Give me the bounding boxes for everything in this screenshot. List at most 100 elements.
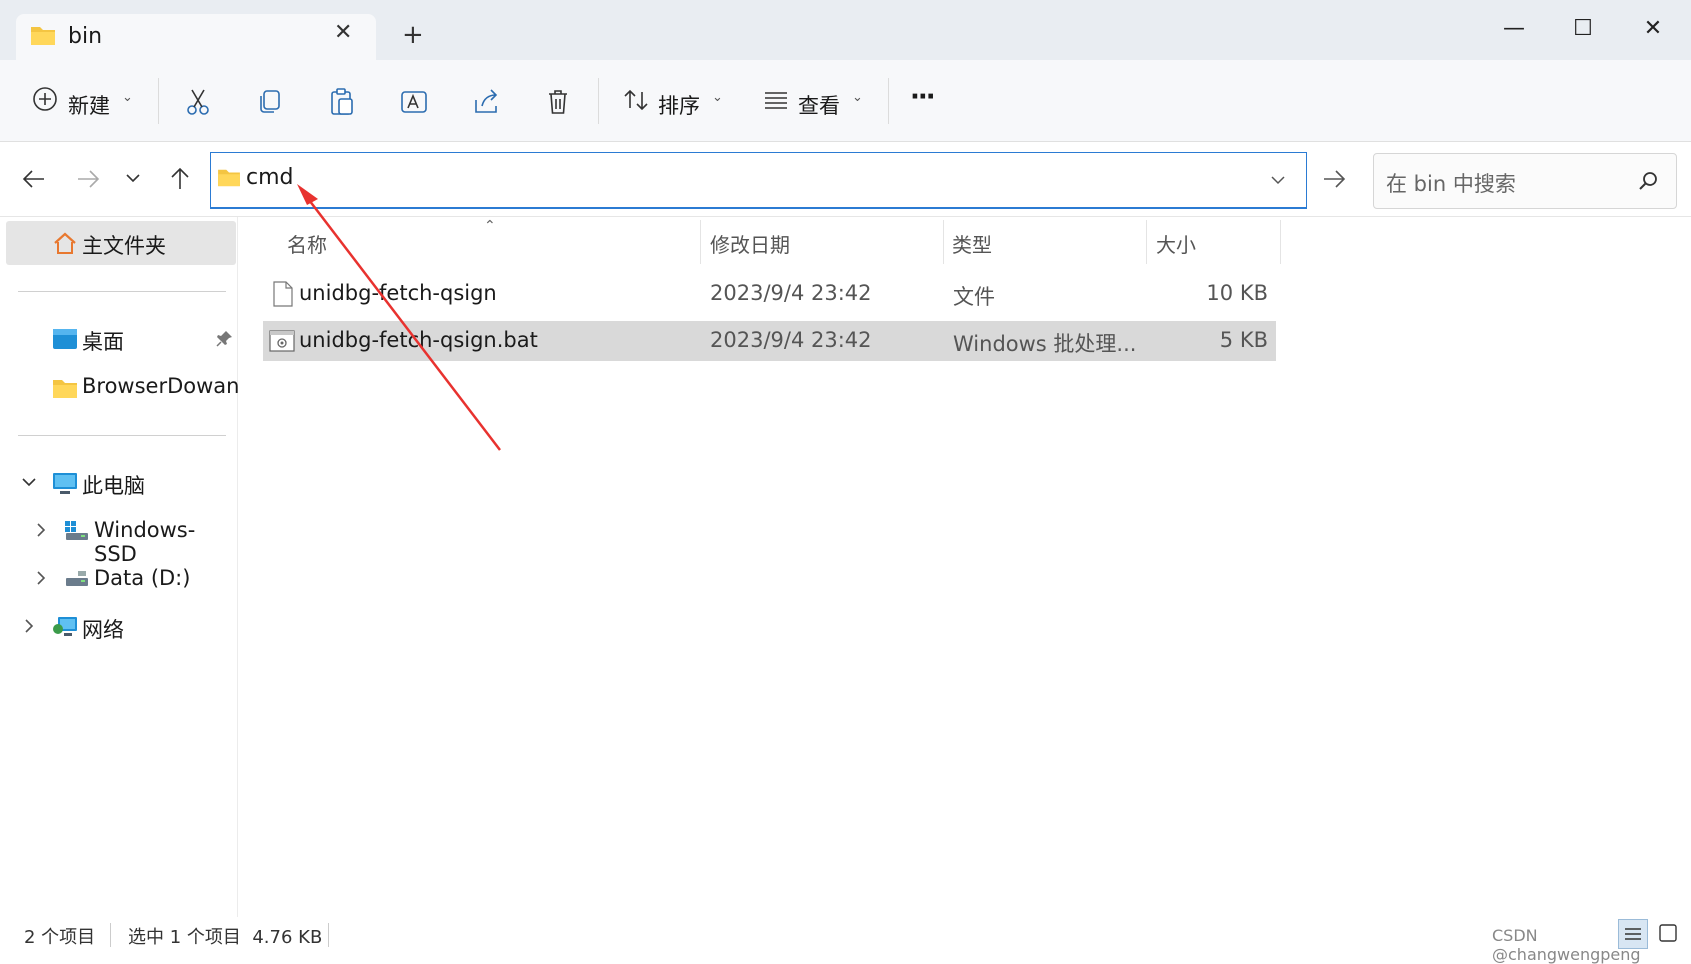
file-size: 10 KB (1206, 281, 1268, 305)
rename-icon[interactable] (396, 84, 432, 120)
watermark: CSDN @changwengpeng (1492, 926, 1641, 964)
folder-icon (217, 167, 241, 187)
file-name: unidbg-fetch-qsign (299, 281, 497, 305)
cut-icon[interactable] (180, 84, 216, 120)
chevron-right-icon[interactable] (32, 569, 50, 587)
file-type: 文件 (953, 285, 995, 309)
view-label: 查看 (798, 94, 840, 118)
maximize-button[interactable]: ☐ (1563, 12, 1603, 48)
sidebar-item-data-d[interactable]: Data (D:) (6, 557, 236, 601)
chevron-down-icon: ⌄ (852, 90, 863, 105)
file-modified: 2023/9/4 23:42 (710, 281, 872, 305)
status-bar: 2 个项目 选中 1 个项目 4.76 KB CSDN @changwengpe… (0, 915, 1691, 964)
back-arrow-icon[interactable] (20, 165, 48, 193)
batch-file-icon (269, 330, 295, 352)
column-header-modified[interactable]: 修改日期 (710, 229, 790, 258)
tab-close-button[interactable]: ✕ (334, 20, 352, 45)
chevron-right-icon[interactable] (32, 521, 50, 539)
home-icon (52, 230, 78, 256)
chevron-down-icon[interactable] (20, 473, 38, 491)
column-divider[interactable] (943, 220, 944, 264)
chevron-down-icon: ⌄ (122, 90, 133, 105)
sidebar-label: 主文件夹 (82, 234, 166, 258)
file-row-selected[interactable]: unidbg-fetch-qsign.bat 2023/9/4 23:42 Wi… (263, 321, 1276, 361)
file-icon (273, 281, 293, 307)
minimize-button[interactable]: — (1494, 12, 1534, 48)
file-type: Windows 批处理... (953, 332, 1137, 356)
folder-icon (52, 377, 78, 399)
selection-info: 选中 1 个项目 4.76 KB (128, 927, 323, 948)
status-divider (110, 923, 111, 947)
column-divider[interactable] (1280, 220, 1281, 264)
sidebar-label: BrowserDowan (82, 374, 240, 398)
search-icon[interactable] (1638, 170, 1660, 192)
file-modified: 2023/9/4 23:42 (710, 328, 872, 352)
close-window-button[interactable]: ✕ (1633, 12, 1673, 48)
toolbar-divider (158, 78, 159, 124)
tab-bin[interactable]: bin ✕ (16, 14, 376, 60)
sidebar-label: 此电脑 (82, 474, 145, 498)
file-name: unidbg-fetch-qsign.bat (299, 328, 538, 352)
plus-circle-icon (32, 86, 58, 112)
folder-icon (30, 24, 56, 46)
toolbar-divider (888, 78, 889, 124)
sort-label: 排序 (658, 94, 700, 118)
sidebar-label: 桌面 (82, 330, 124, 354)
forward-arrow-icon[interactable] (74, 165, 102, 193)
new-button[interactable]: 新建 ⌄ (22, 76, 140, 126)
more-options-button[interactable]: ··· (910, 82, 936, 112)
sidebar-item-windows-ssd[interactable]: Windows-SSD (6, 509, 236, 566)
new-label: 新建 (68, 94, 110, 118)
sort-ascending-icon: ⌃ (484, 218, 496, 234)
network-icon (52, 615, 78, 639)
file-size: 5 KB (1219, 328, 1268, 352)
computer-icon (52, 472, 78, 496)
navigation-pane: 主文件夹 桌面 BrowserDowan 此电脑 Windows-SSD Dat… (0, 217, 240, 917)
file-row[interactable]: unidbg-fetch-qsign 2023/9/4 23:42 文件 10 … (263, 274, 1276, 314)
column-header-type[interactable]: 类型 (952, 229, 992, 258)
tab-title: bin (68, 24, 103, 49)
pin-icon[interactable] (216, 329, 234, 347)
sidebar-label: Data (D:) (94, 566, 191, 590)
copy-icon[interactable] (252, 84, 288, 120)
sidebar-item-home[interactable]: 主文件夹 (6, 221, 236, 265)
sidebar-label: 网络 (82, 618, 124, 642)
go-arrow-icon[interactable] (1320, 165, 1348, 193)
sidebar-item-browserdowan[interactable]: BrowserDowan (6, 365, 240, 409)
sort-icon (622, 86, 650, 114)
column-divider[interactable] (700, 220, 701, 264)
sidebar-item-desktop[interactable]: 桌面 (6, 317, 236, 361)
drive-icon (64, 569, 90, 589)
address-bar[interactable]: cmd (210, 152, 1307, 209)
column-header-size[interactable]: 大小 (1156, 229, 1196, 258)
address-path[interactable]: cmd (246, 165, 294, 190)
paste-icon[interactable] (324, 84, 360, 120)
item-count: 2 个项目 (24, 927, 96, 948)
desktop-icon (52, 328, 78, 350)
navigation-row: cmd 在 bin 中搜索 (0, 143, 1691, 217)
column-header-name[interactable]: 名称 (287, 229, 327, 258)
sidebar-divider (18, 291, 226, 292)
up-arrow-icon[interactable] (166, 165, 194, 193)
sidebar-item-network[interactable]: 网络 (6, 605, 236, 649)
sidebar-divider (18, 435, 226, 436)
view-button[interactable]: 查看 ⌄ (756, 76, 868, 126)
delete-icon[interactable] (540, 84, 576, 120)
command-toolbar: 新建 ⌄ 排序 ⌄ 查看 ⌄ ··· (0, 60, 1691, 142)
title-bar: bin ✕ + — ☐ ✕ (0, 0, 1691, 60)
chevron-down-icon: ⌄ (712, 90, 723, 105)
share-icon[interactable] (468, 84, 504, 120)
status-divider (328, 923, 329, 947)
toolbar-divider (598, 78, 599, 124)
new-tab-button[interactable]: + (402, 20, 424, 50)
search-placeholder[interactable]: 在 bin 中搜索 (1386, 168, 1516, 198)
sidebar-item-this-pc[interactable]: 此电脑 (6, 461, 236, 505)
address-history-chevron-icon[interactable] (1267, 169, 1289, 191)
recent-locations-chevron-icon[interactable] (122, 167, 144, 189)
search-box[interactable]: 在 bin 中搜索 (1373, 153, 1677, 209)
sort-button[interactable]: 排序 ⌄ (616, 76, 728, 126)
drive-icon (64, 520, 90, 542)
chevron-right-icon[interactable] (20, 617, 38, 635)
list-view-icon (762, 88, 790, 112)
column-divider[interactable] (1146, 220, 1147, 264)
